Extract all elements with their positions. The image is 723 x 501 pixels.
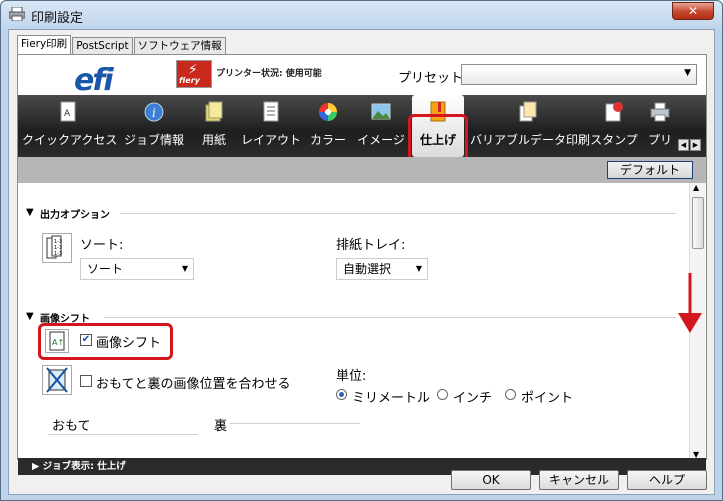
close-button[interactable]: ✕ [672, 2, 714, 20]
toolbar-item-paper[interactable]: 用紙 [194, 95, 234, 157]
job-display-label: ジョブ表示: 仕上げ [42, 461, 126, 472]
chevron-down-icon: ▼ [181, 264, 188, 273]
toolbar-item-color[interactable]: カラー [306, 95, 350, 157]
unit-inch-label: インチ [453, 391, 493, 406]
scroll-thumb[interactable] [692, 197, 704, 249]
preset-select[interactable]: ▼ [461, 64, 697, 85]
tab-strip: Fiery印刷 PostScript ソフトウェア情報 [17, 35, 227, 55]
unit-label: 単位: [336, 369, 367, 384]
help-button[interactable]: ヘルプ [627, 470, 707, 490]
toolbar-item-label: レイアウト [240, 133, 301, 147]
printer-status: プリンター状況: 使用可能 [216, 69, 322, 79]
toolbar-item-job-info[interactable]: i ジョブ情報 [118, 95, 190, 157]
color-wheel-icon [319, 103, 337, 121]
toolbar-item-label: イメージ [357, 133, 405, 147]
image-icon [371, 103, 391, 120]
toolbar-band [18, 157, 706, 183]
tab-fiery-print[interactable]: Fiery印刷 [17, 35, 72, 54]
cancel-button[interactable]: キャンセル [539, 470, 619, 490]
section-title-output: 出力オプション [40, 210, 110, 221]
back-label: 裏 [214, 419, 228, 434]
printer-icon [9, 7, 25, 21]
unit-point-label: ポイント [521, 391, 574, 406]
tab-postscript[interactable]: PostScript [72, 37, 133, 54]
unit-radio-inch[interactable] [437, 389, 448, 400]
svg-text:1-3: 1-3 [54, 251, 62, 257]
variable-data-icon [519, 101, 537, 122]
sort-dropdown[interactable]: ソート ▼ [80, 258, 194, 280]
dialog-client: Fiery印刷 PostScript ソフトウェア情報 efi ⚡ fiery … [8, 29, 715, 495]
efi-logo: efi [74, 63, 114, 98]
unit-radio-point[interactable] [505, 389, 516, 400]
svg-text:A: A [64, 109, 71, 119]
chevron-down-icon: ▼ [684, 68, 691, 78]
layout-icon [263, 101, 279, 122]
fiery-wordmark: fiery [179, 76, 200, 85]
red-down-arrow-icon [678, 273, 702, 333]
scroll-up-icon[interactable]: ▲ [693, 183, 699, 192]
divider [104, 317, 676, 318]
toolbar-item-image[interactable]: イメージ [354, 95, 408, 157]
align-front-back-icon [42, 365, 72, 395]
toolbar-item-label: 用紙 [201, 133, 226, 147]
toolbar-item-printer[interactable]: プリ [642, 95, 678, 157]
ok-button[interactable]: OK [451, 470, 531, 490]
toolbar-item-label: クイックアクセス [22, 133, 118, 147]
toolbar-item-variable-data[interactable]: バリアブルデータ印刷 [470, 95, 591, 157]
unit-millimeter-label: ミリメートル [352, 391, 431, 406]
unit-radio-millimeter[interactable] [336, 389, 347, 400]
align-front-back-label: おもてと裏の画像位置を合わせる [96, 377, 291, 392]
default-button[interactable]: デフォルト [607, 161, 693, 179]
divider [120, 213, 676, 214]
toolbar-scroll-left[interactable]: ◀ [678, 139, 689, 151]
toolbar-item-label: バリアブルデータ印刷 [470, 133, 591, 147]
document-icon: A [60, 101, 76, 122]
category-toolbar: A クイックアクセス i ジョブ情報 用紙 レイアウト カラー イメージ 仕上げ… [18, 95, 706, 157]
output-tray-value: 自動選択 [343, 262, 392, 276]
output-tray-dropdown[interactable]: 自動選択 ▼ [336, 258, 428, 280]
divider [48, 434, 198, 435]
preset-label: プリセット: [398, 71, 468, 86]
toolbar-item-label: プリ [647, 133, 672, 147]
expand-arrow-icon: ▶ [32, 461, 43, 472]
tab-panel: efi ⚡ fiery プリンター状況: 使用可能 プリセット: ▼ A クイッ… [17, 54, 707, 475]
stamp-icon [605, 102, 623, 122]
printer-icon [650, 102, 670, 122]
sort-label: ソート: [80, 238, 124, 253]
highlight-image-shift [38, 323, 173, 360]
collapse-arrow-icon[interactable]: ▼ [26, 311, 34, 322]
collapse-arrow-icon[interactable]: ▼ [26, 207, 34, 218]
toolbar-item-label: スタンプ [590, 133, 638, 147]
sort-icon: 1-3 1-3 1-3 [42, 233, 72, 263]
fiery-logo: ⚡ fiery [176, 60, 212, 88]
toolbar-item-quick-access[interactable]: A クイックアクセス [22, 95, 118, 157]
toolbar-item-layout[interactable]: レイアウト [240, 95, 302, 157]
toolbar-item-label: カラー [309, 133, 346, 147]
window-title: 印刷設定 [31, 11, 84, 26]
tab-software-info[interactable]: ソフトウェア情報 [133, 37, 226, 54]
divider [230, 423, 360, 424]
front-label: おもて [52, 419, 91, 434]
toolbar-item-stamp[interactable]: スタンプ [590, 95, 638, 157]
output-tray-label: 排紙トレイ: [336, 238, 406, 253]
toolbar-scroll-right[interactable]: ▶ [690, 139, 701, 151]
chevron-down-icon: ▼ [415, 264, 422, 273]
paper-stack-icon [205, 101, 223, 122]
align-front-back-checkbox[interactable] [80, 375, 92, 387]
toolbar-item-label: ジョブ情報 [123, 133, 184, 147]
title-bar: 印刷設定 ✕ [1, 1, 722, 29]
print-settings-window: 印刷設定 ✕ Fiery印刷 PostScript ソフトウェア情報 efi ⚡… [0, 0, 723, 501]
info-icon: i [144, 102, 164, 122]
svg-text:i: i [152, 106, 156, 120]
sort-value: ソート [87, 262, 124, 276]
